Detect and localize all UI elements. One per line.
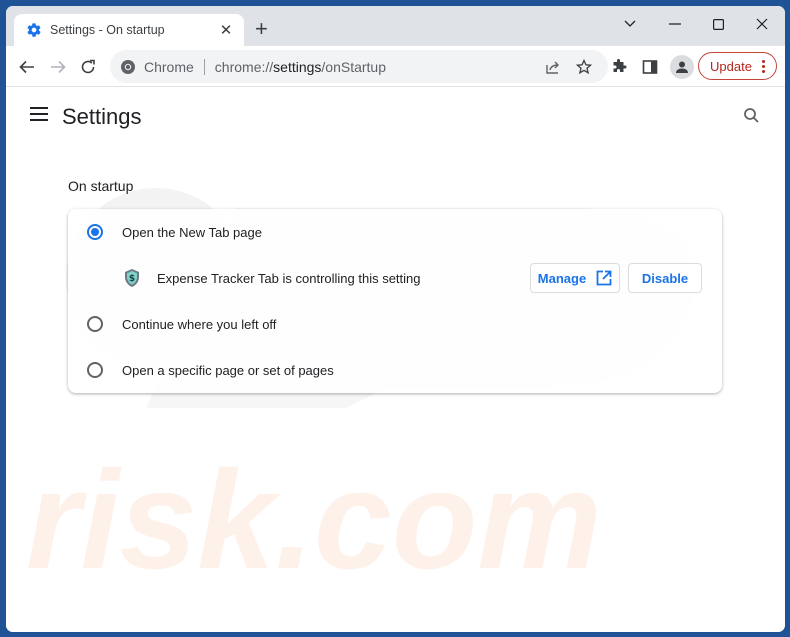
- close-tab-icon[interactable]: ✕: [218, 21, 234, 39]
- shield-dollar-icon: $: [125, 269, 139, 287]
- back-icon[interactable]: [15, 55, 39, 79]
- tab-strip: Settings - On startup ✕ +: [6, 6, 785, 46]
- site-label: Chrome: [144, 58, 194, 75]
- manage-extension-button[interactable]: Manage: [530, 263, 620, 293]
- startup-option-specific-pages[interactable]: Open a specific page or set of pages: [68, 347, 722, 393]
- hamburger-menu-icon[interactable]: [30, 107, 48, 121]
- more-menu-icon[interactable]: [761, 59, 765, 73]
- extensions-puzzle-icon[interactable]: [609, 57, 629, 77]
- settings-header: Settings: [6, 88, 785, 144]
- close-window-icon[interactable]: [748, 12, 776, 36]
- chrome-icon: [121, 59, 135, 74]
- disable-label: Disable: [641, 270, 689, 286]
- url-path: /onStartup: [321, 58, 387, 75]
- option-label[interactable]: Continue where you left off: [122, 317, 276, 332]
- svg-text:$: $: [129, 274, 135, 284]
- startup-option-continue[interactable]: Continue where you left off: [68, 301, 722, 347]
- profile-avatar-icon[interactable]: [670, 55, 694, 79]
- share-icon[interactable]: [544, 58, 562, 76]
- manage-label: Manage: [537, 270, 587, 286]
- extension-notice-text: Expense Tracker Tab is controlling this …: [157, 270, 421, 286]
- toolbar: Chrome chrome://settings/onStartup Updat…: [6, 46, 785, 87]
- bookmark-star-icon[interactable]: [575, 58, 593, 76]
- radio-specific-pages[interactable]: [87, 362, 103, 378]
- omnibox[interactable]: Chrome chrome://settings/onStartup: [110, 50, 608, 83]
- radio-continue[interactable]: [87, 316, 103, 332]
- settings-page: risk.com Settings On startup Open the Ne…: [6, 88, 785, 632]
- open-in-new-icon: [596, 270, 612, 286]
- chevron-down-icon[interactable]: [616, 12, 644, 36]
- forward-icon[interactable]: [46, 55, 70, 79]
- section-title: On startup: [68, 178, 134, 194]
- startup-option-new-tab[interactable]: Open the New Tab page: [68, 209, 722, 255]
- disable-extension-button[interactable]: Disable: [628, 263, 702, 293]
- url-prefix: chrome://: [214, 58, 274, 75]
- side-panel-icon[interactable]: [640, 57, 660, 77]
- page-title: Settings: [62, 104, 142, 129]
- extension-control-notice: $ Expense Tracker Tab is controlling thi…: [68, 255, 722, 301]
- reload-icon[interactable]: [76, 55, 100, 79]
- gear-icon: [27, 23, 41, 37]
- url-text[interactable]: chrome://settings/onStartup: [215, 59, 386, 75]
- tab-settings[interactable]: Settings - On startup ✕: [14, 14, 244, 46]
- radio-new-tab[interactable]: [87, 224, 103, 240]
- minimize-icon[interactable]: [661, 12, 689, 36]
- option-label[interactable]: Open the New Tab page: [122, 225, 262, 240]
- maximize-icon[interactable]: [704, 12, 732, 36]
- option-label[interactable]: Open a specific page or set of pages: [122, 363, 334, 378]
- tab-title: Settings - On startup: [50, 23, 165, 37]
- startup-options-card: Open the New Tab page $ Expense Tracker …: [68, 209, 722, 393]
- watermark-text: risk.com: [26, 441, 602, 598]
- plus-icon[interactable]: +: [255, 18, 268, 40]
- browser-window: Settings - On startup ✕ + Chrome chrome:…: [6, 6, 785, 632]
- url-host: settings: [273, 58, 322, 75]
- search-icon[interactable]: [742, 106, 762, 126]
- omnibox-separator: [203, 58, 205, 75]
- update-label: Update: [710, 58, 752, 74]
- update-button[interactable]: Update: [698, 52, 777, 80]
